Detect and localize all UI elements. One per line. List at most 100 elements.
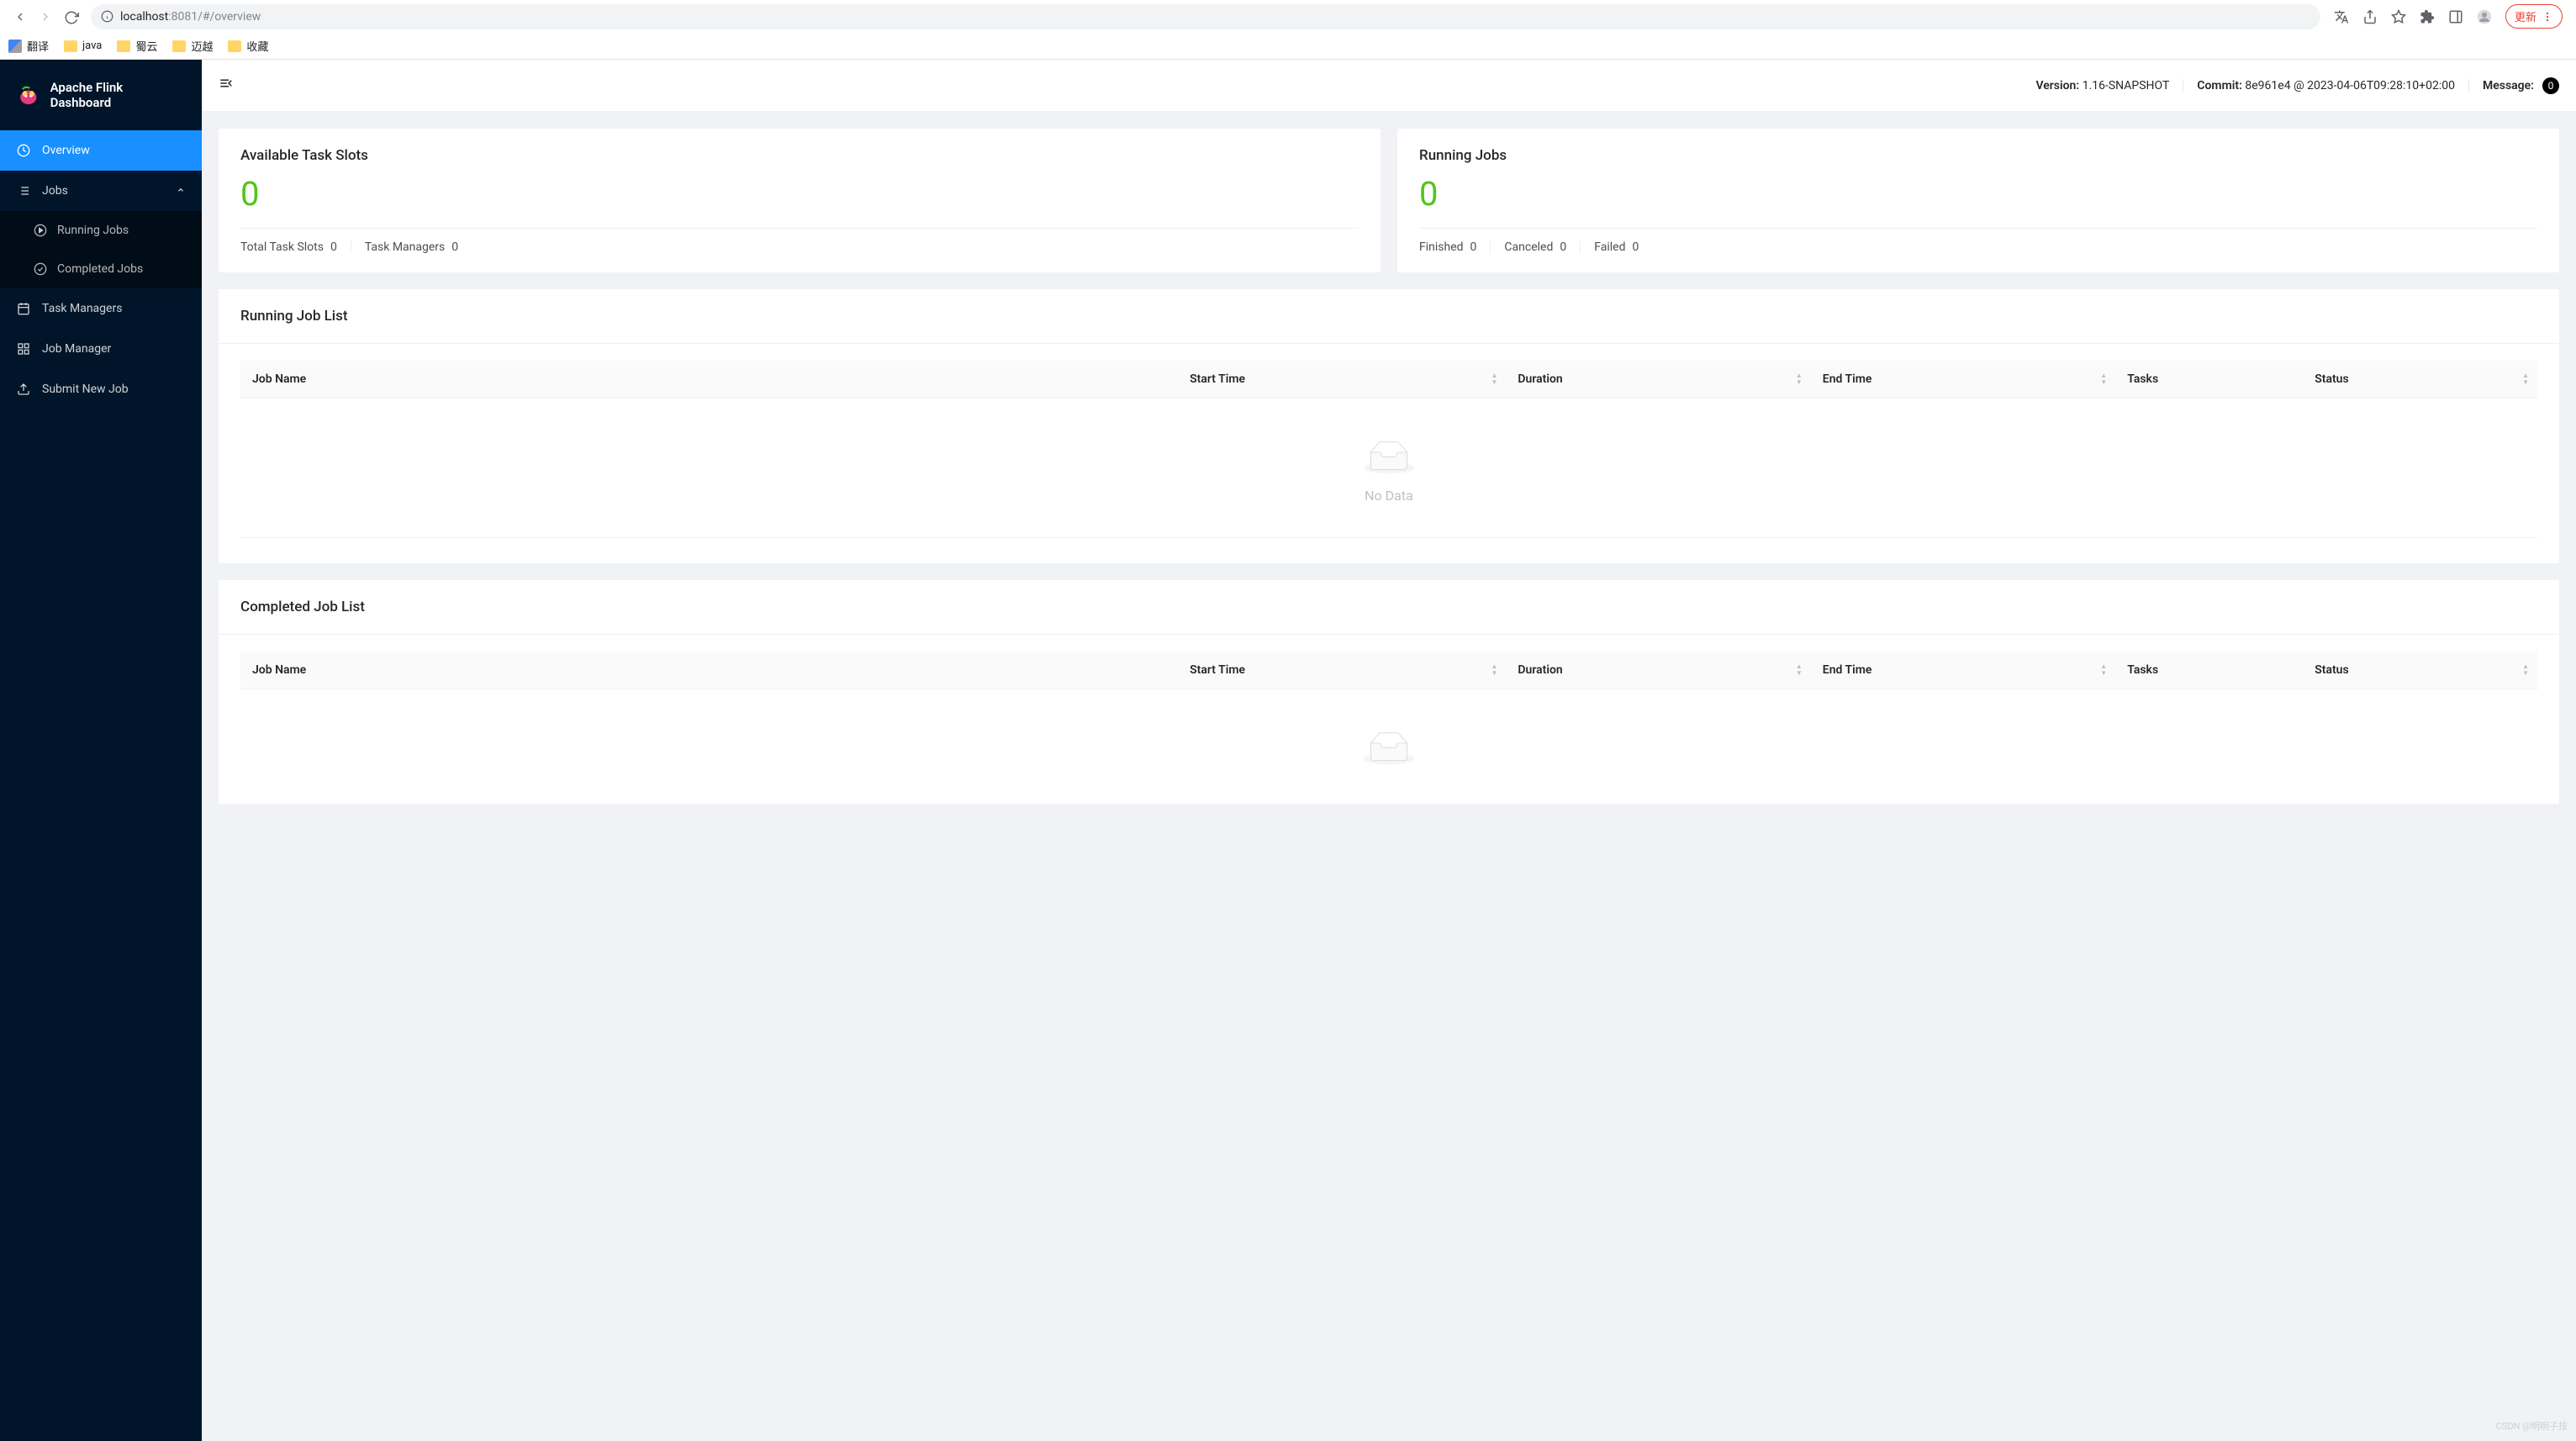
col-end-time[interactable]: End Time▲▼: [1811, 361, 2115, 399]
sort-icon: ▲▼: [2100, 663, 2107, 677]
version-label: Version:: [2035, 79, 2079, 92]
bookmark-shuyun[interactable]: 蜀云: [117, 38, 157, 54]
sidebar-item-completed-jobs[interactable]: Completed Jobs: [0, 250, 202, 288]
profile-icon[interactable]: [2477, 9, 2492, 24]
running-job-list-title: Running Job List: [219, 289, 2559, 344]
empty-state: [240, 689, 2537, 779]
sort-icon: ▲▼: [2100, 372, 2107, 386]
sidebar-item-jobs[interactable]: Jobs: [0, 171, 202, 211]
sidebar-collapse-button[interactable]: [219, 76, 234, 95]
play-circle-icon: [34, 224, 47, 237]
sidebar-item-job-manager[interactable]: Job Manager: [0, 329, 202, 369]
bookmark-java[interactable]: java: [64, 40, 102, 52]
col-start-time[interactable]: Start Time▲▼: [1178, 361, 1506, 399]
nav-arrows: [7, 10, 77, 24]
failed-stat: Failed0: [1594, 240, 1652, 254]
col-status[interactable]: Status▲▼: [2303, 361, 2537, 399]
running-title: Running Jobs: [1419, 147, 2537, 164]
col-duration[interactable]: Duration▲▼: [1506, 361, 1810, 399]
translate-icon[interactable]: [2334, 9, 2349, 24]
update-button[interactable]: 更新: [2505, 4, 2563, 29]
sidebar-label-overview: Overview: [42, 144, 90, 157]
header-bar: Version: 1.16-SNAPSHOT Commit: 8e961e4 @…: [202, 60, 2576, 112]
sidebar-label-task-managers: Task Managers: [42, 302, 122, 315]
reload-button[interactable]: [64, 10, 77, 24]
app-root: Apache Flink Dashboard Overview Jobs Run…: [0, 60, 2576, 1441]
star-icon[interactable]: [2391, 9, 2406, 24]
col-job-name[interactable]: Job Name: [240, 361, 1178, 399]
message-badge[interactable]: 0: [2542, 77, 2559, 94]
completed-jobs-table: Job Name Start Time▲▼ Duration▲▼ End Tim…: [240, 652, 2537, 689]
panel-icon[interactable]: [2448, 9, 2463, 24]
back-button[interactable]: [13, 10, 27, 24]
running-stats-line: Finished0 Canceled0 Failed0: [1419, 228, 2537, 254]
col-status[interactable]: Status▲▼: [2303, 652, 2537, 689]
col-end-time[interactable]: End Time▲▼: [1811, 652, 2115, 689]
sidebar-label-job-manager: Job Manager: [42, 342, 111, 356]
chevron-up-icon: [177, 186, 185, 197]
commit-time: 2023-04-06T09:28:10+02:00: [2307, 79, 2455, 92]
table-header-row: Job Name Start Time▲▼ Duration▲▼ End Tim…: [240, 361, 2537, 399]
commit-hash: 8e961e4: [2245, 79, 2290, 92]
toolbar-right: 更新: [2334, 4, 2569, 29]
content-area: Available Task Slots 0 Total Task Slots0…: [202, 112, 2576, 821]
stats-row: Available Task Slots 0 Total Task Slots0…: [219, 129, 2559, 272]
upload-icon: [17, 383, 30, 396]
completed-job-list-title: Completed Job List: [219, 580, 2559, 635]
sidebar-item-overview[interactable]: Overview: [0, 130, 202, 171]
message-segment: Message: 0: [2469, 77, 2559, 94]
message-label: Message:: [2483, 79, 2534, 92]
more-icon: [2542, 11, 2553, 23]
empty-box-icon: [1364, 731, 1414, 765]
col-tasks[interactable]: Tasks: [2115, 361, 2303, 399]
folder-icon: [117, 40, 130, 52]
slots-value: 0: [240, 174, 1359, 214]
extensions-icon[interactable]: [2420, 9, 2435, 24]
sidebar: Apache Flink Dashboard Overview Jobs Run…: [0, 60, 202, 1441]
sidebar-label-running-jobs: Running Jobs: [57, 224, 129, 237]
translate-bookmark-icon: [8, 40, 22, 53]
sidebar-label-jobs: Jobs: [42, 184, 68, 198]
total-slots-stat: Total Task Slots0: [240, 240, 351, 254]
share-icon[interactable]: [2362, 9, 2378, 24]
commit-at: @: [2294, 79, 2304, 92]
col-job-name[interactable]: Job Name: [240, 652, 1178, 689]
sort-icon: ▲▼: [1796, 663, 1803, 677]
task-managers-stat: Task Managers0: [365, 240, 472, 254]
available-task-slots-card: Available Task Slots 0 Total Task Slots0…: [219, 129, 1380, 272]
bookmark-translate[interactable]: 翻译: [8, 38, 49, 54]
sidebar-title: Apache Flink Dashboard: [50, 80, 185, 110]
sort-icon: ▲▼: [1796, 372, 1803, 386]
browser-chrome: localhost:8081/#/overview 更新 翻译 java 蜀云 …: [0, 0, 2576, 60]
address-bar[interactable]: localhost:8081/#/overview: [91, 4, 2320, 29]
col-start-time[interactable]: Start Time▲▼: [1178, 652, 1506, 689]
completed-job-list-section: Completed Job List Job Name Start Time▲▼…: [219, 580, 2559, 804]
main-content: Version: 1.16-SNAPSHOT Commit: 8e961e4 @…: [202, 60, 2576, 1441]
sort-icon: ▲▼: [1491, 663, 1497, 677]
menu-fold-icon: [219, 76, 234, 91]
sidebar-label-submit-new-job: Submit New Job: [42, 383, 129, 396]
finished-stat: Finished0: [1419, 240, 1491, 254]
version-value: 1.16-SNAPSHOT: [2082, 79, 2170, 92]
sidebar-item-running-jobs[interactable]: Running Jobs: [0, 211, 202, 250]
divider: [240, 537, 2537, 538]
bookmark-favorites[interactable]: 收藏: [228, 38, 268, 54]
col-tasks[interactable]: Tasks: [2115, 652, 2303, 689]
empty-box-icon: [1364, 441, 1414, 474]
sidebar-item-submit-new-job[interactable]: Submit New Job: [0, 369, 202, 409]
sort-icon: ▲▼: [2522, 372, 2529, 386]
completed-table-wrap: Job Name Start Time▲▼ Duration▲▼ End Tim…: [219, 635, 2559, 804]
sort-icon: ▲▼: [2522, 663, 2529, 677]
info-icon: [101, 10, 113, 23]
col-duration[interactable]: Duration▲▼: [1506, 652, 1810, 689]
flink-logo: [17, 83, 40, 107]
sidebar-item-task-managers[interactable]: Task Managers: [0, 288, 202, 329]
forward-button[interactable]: [39, 10, 52, 24]
browser-toolbar: localhost:8081/#/overview 更新: [0, 0, 2576, 33]
update-label: 更新: [2515, 8, 2536, 24]
schedule-icon: [17, 302, 30, 315]
slots-stats-line: Total Task Slots0 Task Managers0: [240, 228, 1359, 254]
bookmark-maiyue[interactable]: 迈越: [172, 38, 213, 54]
folder-icon: [172, 40, 186, 52]
running-jobs-table: Job Name Start Time▲▼ Duration▲▼ End Tim…: [240, 361, 2537, 399]
